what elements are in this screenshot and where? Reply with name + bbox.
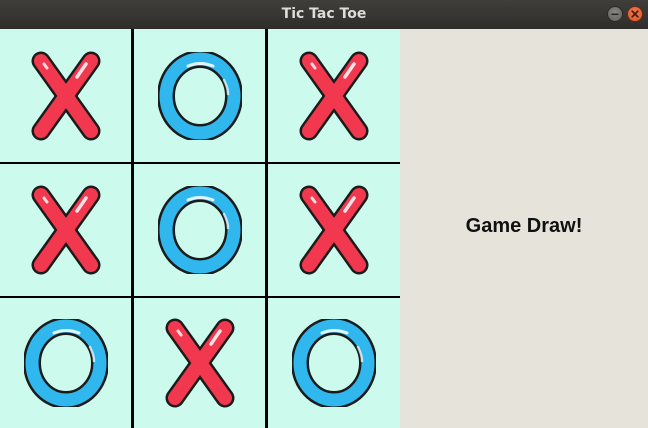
- o-mark-icon: [292, 319, 376, 407]
- board-cell[interactable]: [134, 298, 265, 428]
- game-window: Tic Tac Toe Game Draw!: [0, 0, 648, 428]
- window-title: Tic Tac Toe: [281, 6, 367, 22]
- o-mark-icon: [157, 51, 242, 140]
- close-button[interactable]: [627, 6, 643, 22]
- board-cell[interactable]: [134, 164, 265, 296]
- board-cell[interactable]: [268, 164, 400, 296]
- board-cell[interactable]: [0, 164, 131, 296]
- o-mark-icon: [23, 319, 108, 407]
- x-mark-icon: [29, 185, 103, 275]
- minimize-button[interactable]: [607, 6, 623, 22]
- board-cell[interactable]: [268, 29, 400, 162]
- game-status-text: Game Draw!: [465, 215, 583, 237]
- status-panel: Game Draw!: [400, 29, 648, 428]
- x-mark-icon: [297, 185, 371, 275]
- board-cell[interactable]: [0, 298, 131, 428]
- board-cell[interactable]: [0, 29, 131, 162]
- game-board: [0, 29, 400, 428]
- x-mark-icon: [297, 51, 371, 141]
- o-mark-icon: [157, 186, 242, 274]
- close-icon: [631, 10, 639, 18]
- x-mark-icon: [163, 318, 237, 408]
- minimize-icon: [611, 13, 619, 16]
- board-cell[interactable]: [134, 29, 265, 162]
- board-cell[interactable]: [268, 298, 400, 428]
- x-mark-icon: [29, 51, 103, 141]
- title-bar: Tic Tac Toe: [0, 0, 648, 28]
